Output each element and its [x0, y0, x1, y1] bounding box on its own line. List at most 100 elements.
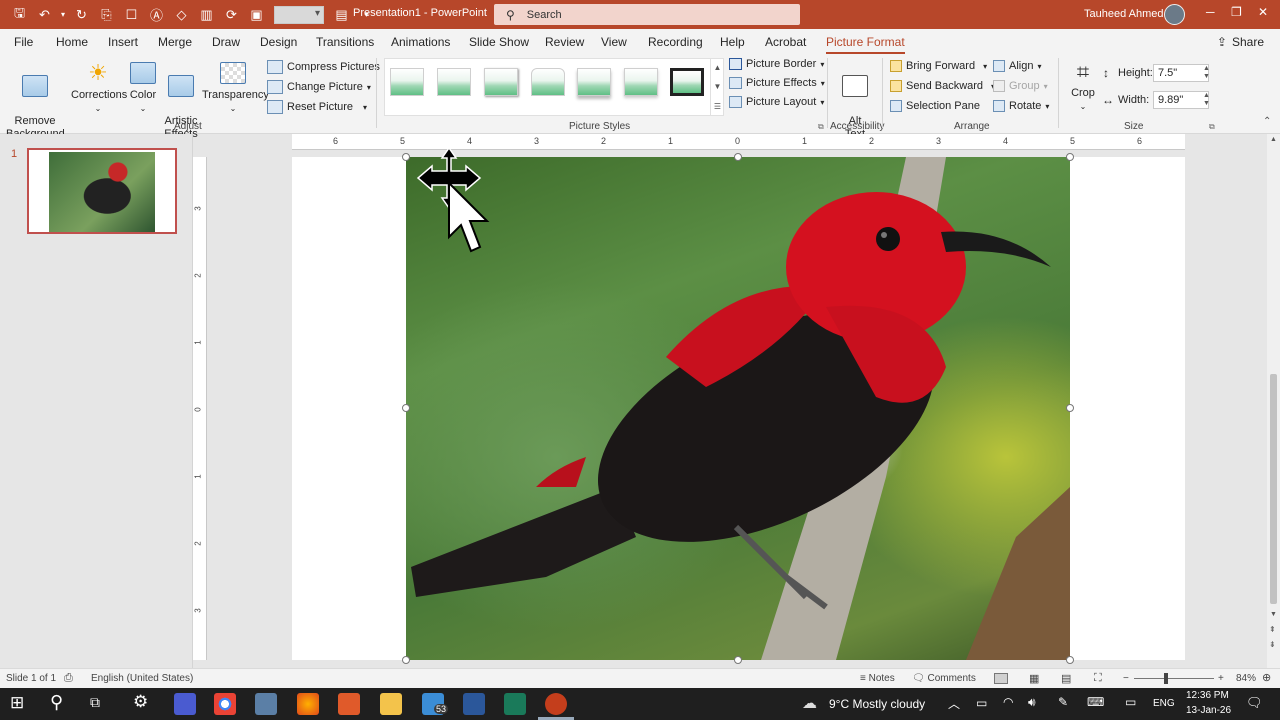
- tab-review[interactable]: Review: [545, 35, 584, 49]
- tab-draw[interactable]: Draw: [212, 35, 240, 49]
- shapes-icon[interactable]: ◇: [170, 4, 193, 26]
- battery-icon[interactable]: ▭: [976, 696, 987, 710]
- height-field[interactable]: 7.5": [1153, 64, 1209, 82]
- group-button[interactable]: Group ▾: [993, 80, 1048, 92]
- vertical-scrollbar[interactable]: ▲ ▼ ⇞ ⇟: [1267, 134, 1280, 668]
- input-language[interactable]: ENG: [1153, 698, 1175, 709]
- scrollbar-thumb[interactable]: [1270, 374, 1277, 604]
- scroll-up-icon[interactable]: ▲: [1270, 136, 1277, 143]
- gallery-up-icon[interactable]: ▲: [714, 63, 722, 72]
- save-icon[interactable]: 🖫: [8, 4, 31, 26]
- pen-icon[interactable]: ✎: [1058, 695, 1068, 709]
- clock-time[interactable]: 12:36 PM: [1186, 690, 1229, 701]
- reset-picture-button[interactable]: Reset Picture ▾: [267, 100, 367, 114]
- remove-background-button[interactable]: Remove Background: [6, 62, 65, 141]
- tab-file[interactable]: File: [14, 35, 33, 49]
- send-backward-button[interactable]: Send Backward ▾: [890, 80, 995, 92]
- bring-forward-button[interactable]: Bring Forward ▾: [890, 60, 987, 72]
- previous-slide-icon[interactable]: ⇞: [1269, 625, 1276, 634]
- corrections-button[interactable]: ☀ Corrections ⌄: [71, 62, 127, 115]
- width-field[interactable]: 9.89": [1153, 91, 1209, 109]
- settings-icon[interactable]: ⚙: [133, 692, 148, 712]
- word-icon[interactable]: [463, 693, 485, 715]
- picture-effects-button[interactable]: Picture Effects ▾: [729, 77, 825, 89]
- resize-handle-n[interactable]: [734, 153, 742, 161]
- minimize-icon[interactable]: ─: [1206, 5, 1215, 19]
- color-button[interactable]: Color ⌄: [128, 62, 158, 115]
- start-icon[interactable]: ⊞: [10, 693, 24, 713]
- resize-handle-e[interactable]: [1066, 404, 1074, 412]
- picture-style-6[interactable]: [624, 68, 658, 96]
- resize-handle-w[interactable]: [402, 404, 410, 412]
- avatar[interactable]: [1164, 4, 1185, 25]
- text-box-icon[interactable]: Ⓐ: [145, 4, 168, 26]
- scroll-down-icon[interactable]: ▼: [1270, 611, 1277, 618]
- tab-home[interactable]: Home: [56, 35, 88, 49]
- crop-button[interactable]: ⌗ Crop ⌄: [1068, 60, 1098, 113]
- notifications-icon[interactable]: 🗨: [1246, 695, 1263, 711]
- collapse-ribbon-icon[interactable]: ⌃: [1263, 116, 1271, 127]
- resize-handle-nw[interactable]: [402, 153, 410, 161]
- present-from-start-icon[interactable]: ⎘: [95, 4, 118, 26]
- language[interactable]: English (United States): [91, 673, 193, 684]
- powerpoint-icon[interactable]: [545, 693, 567, 715]
- restore-icon[interactable]: ❐: [1231, 5, 1242, 19]
- chrome-icon[interactable]: [214, 693, 236, 715]
- picture-style-7[interactable]: [670, 68, 704, 96]
- search-box[interactable]: ⚲ Search: [494, 4, 800, 25]
- height-spinner-icon[interactable]: ▲ ▼: [1203, 65, 1210, 81]
- tab-picture-format[interactable]: Picture Format: [826, 35, 905, 54]
- zoom-slider-thumb[interactable]: [1164, 673, 1168, 684]
- dialog-launcher-icon[interactable]: ⧉: [818, 122, 824, 132]
- user-name[interactable]: Tauheed Ahmed: [1084, 8, 1164, 20]
- clock-date[interactable]: 13-Jan-26: [1186, 705, 1231, 716]
- tab-help[interactable]: Help: [720, 35, 745, 49]
- notes-button[interactable]: ≡ Notes: [860, 673, 895, 684]
- resize-handle-sw[interactable]: [402, 656, 410, 664]
- gallery-more-icon[interactable]: ☰: [714, 102, 721, 111]
- snipping-tool-icon[interactable]: [504, 693, 526, 715]
- zoom-slider[interactable]: [1134, 678, 1214, 679]
- chevron-up-icon[interactable]: ︿: [948, 695, 960, 712]
- compress-pictures-button[interactable]: Compress Pictures: [267, 60, 380, 74]
- tab-insert[interactable]: Insert: [108, 35, 138, 49]
- normal-view-icon[interactable]: [994, 673, 1008, 684]
- firefox-icon[interactable]: [297, 693, 319, 715]
- zoom-out-icon[interactable]: −: [1123, 673, 1129, 684]
- search-icon[interactable]: ⚲: [50, 692, 63, 713]
- weather-text[interactable]: 9°C Mostly cloudy: [829, 697, 925, 711]
- fit-to-window-icon[interactable]: ⊕: [1262, 671, 1271, 684]
- tab-merge[interactable]: Merge: [158, 35, 192, 49]
- selection-pane-button[interactable]: Selection Pane: [890, 100, 980, 112]
- tab-recording[interactable]: Recording: [648, 35, 703, 49]
- tab-animations[interactable]: Animations: [391, 35, 450, 49]
- next-slide-icon[interactable]: ⇟: [1269, 640, 1276, 649]
- wifi-icon[interactable]: ◠: [1003, 695, 1013, 709]
- file-explorer-icon[interactable]: [380, 693, 402, 715]
- change-picture-button[interactable]: Change Picture ▾: [267, 80, 371, 94]
- tab-view[interactable]: View: [601, 35, 627, 49]
- resize-handle-ne[interactable]: [1066, 153, 1074, 161]
- picture-style-2[interactable]: [437, 68, 471, 96]
- dialog-launcher-icon[interactable]: ⧉: [1209, 122, 1215, 132]
- slideshow-icon[interactable]: ⛶: [1094, 672, 1102, 685]
- tab-transitions[interactable]: Transitions: [316, 35, 374, 49]
- rotate-button[interactable]: Rotate ▾: [993, 100, 1049, 112]
- gallery-down-icon[interactable]: ▼: [714, 82, 722, 91]
- zoom-level[interactable]: 84%: [1236, 673, 1256, 684]
- slide-thumbnail[interactable]: [27, 148, 177, 234]
- width-spinner-icon[interactable]: ▲ ▼: [1203, 92, 1210, 108]
- display-icon[interactable]: ▭: [1125, 695, 1136, 709]
- resize-handle-se[interactable]: [1066, 656, 1074, 664]
- chart-icon[interactable]: ▥: [195, 4, 218, 26]
- picture-style-4[interactable]: [531, 68, 565, 96]
- align-button[interactable]: Align ▾: [993, 60, 1041, 72]
- remote-desktop-icon[interactable]: [255, 693, 277, 715]
- picture-style-3[interactable]: [484, 68, 518, 96]
- comments-button[interactable]: 🗨 Comments: [912, 673, 976, 684]
- transparency-button[interactable]: Transparency ⌄: [202, 62, 269, 115]
- undo-icon[interactable]: ↶: [33, 4, 56, 26]
- task-view-icon[interactable]: ⧉: [90, 694, 100, 711]
- brave-icon[interactable]: [338, 693, 360, 715]
- slide-sorter-icon[interactable]: ▦: [1029, 672, 1039, 685]
